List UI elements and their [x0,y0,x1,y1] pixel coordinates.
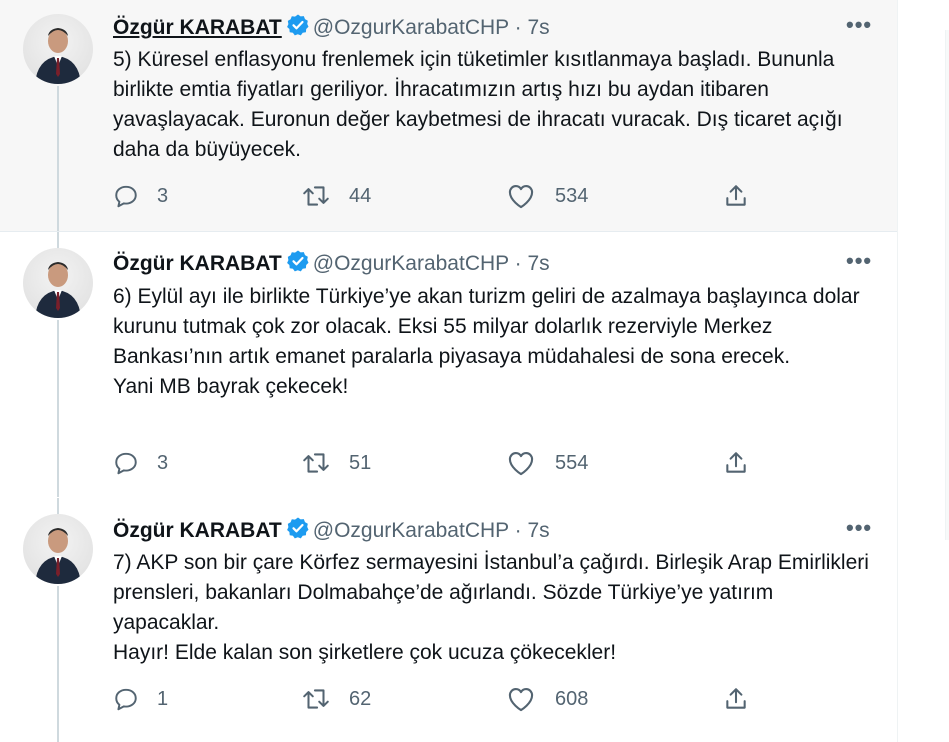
retweet-button[interactable]: 62 [301,686,371,712]
verified-badge-icon [286,516,310,547]
like-count: 534 [555,184,589,207]
share-button[interactable] [723,183,749,209]
separator-dot: · [514,16,522,39]
thread-line [57,498,59,514]
more-options-icon[interactable]: ••• [846,250,872,272]
tweet-actions: 1 62 608 [113,686,753,716]
tweet-3[interactable]: Özgür KARABAT @OzgurKarabatCHP · 7s ••• 7… [0,498,897,742]
author-name[interactable]: Özgür KARABAT [113,252,282,275]
retweet-icon [303,453,329,473]
like-count: 554 [555,451,589,474]
tweet-actions: 3 44 534 [113,183,753,213]
author-handle[interactable]: @OzgurKarabatCHP [313,252,509,275]
avatar[interactable] [23,14,93,84]
tweet-header: Özgür KARABAT @OzgurKarabatCHP · 7s [113,516,550,547]
share-button[interactable] [723,450,749,476]
thread-line [57,586,59,742]
author-name[interactable]: Özgür KARABAT [113,519,282,542]
tweet-header: Özgür KARABAT @OzgurKarabatCHP · 7s [113,249,550,280]
like-button[interactable]: 534 [507,183,588,209]
tweet-text: 6) Eylül ayı ile birlikte Türkiye’ye aka… [113,285,860,398]
verified-badge-icon [286,249,310,280]
reply-icon [115,452,137,475]
verified-badge-icon [286,13,310,44]
tweet-1[interactable]: Özgür KARABAT @OzgurKarabatCHP · 7s ••• 5… [0,0,897,231]
avatar[interactable] [23,248,93,318]
reply-button[interactable]: 1 [113,686,168,712]
tweet-actions: 3 51 554 [113,450,753,480]
reply-button[interactable]: 3 [113,450,168,476]
retweet-count: 44 [349,184,372,207]
author-name[interactable]: Özgür KARABAT [113,16,282,39]
heart-icon [508,452,534,476]
heart-icon [508,185,534,209]
reply-count: 3 [157,451,169,474]
retweet-count: 62 [349,687,372,710]
separator-dot: · [514,519,522,542]
share-button[interactable] [723,686,749,712]
thread-line [57,232,59,248]
retweet-icon [303,689,329,709]
more-options-icon[interactable]: ••• [846,517,872,539]
like-count: 608 [555,687,589,710]
retweet-count: 51 [349,451,372,474]
share-icon [726,688,746,709]
thread-line [57,320,59,497]
avatar-photo [35,28,81,84]
avatar[interactable] [23,514,93,584]
reply-button[interactable]: 3 [113,183,168,209]
like-button[interactable]: 554 [507,450,588,476]
avatar-photo [35,262,81,318]
thread-line [57,86,59,231]
reply-count: 1 [157,687,169,710]
author-handle[interactable]: @OzgurKarabatCHP [313,16,509,39]
author-handle[interactable]: @OzgurKarabatCHP [313,519,509,542]
tweet-header: Özgür KARABAT @OzgurKarabatCHP · 7s [113,13,550,44]
reply-icon [115,688,137,711]
tweet-time[interactable]: 7s [527,519,549,542]
reply-count: 3 [157,184,169,207]
separator-dot: · [514,252,522,275]
reply-icon [115,185,137,208]
avatar-photo [35,528,81,584]
right-sidebar [898,0,949,742]
like-button[interactable]: 608 [507,686,588,712]
share-icon [726,452,746,473]
tweet-time[interactable]: 7s [527,252,549,275]
tweet-text: 7) AKP son bir çare Körfez sermayesini İ… [113,551,869,664]
heart-icon [508,688,534,712]
tweet-text: 5) Küresel enflasyonu frenlemek için tük… [113,48,843,161]
share-icon [726,185,746,206]
retweet-button[interactable]: 51 [301,450,371,476]
more-options-icon[interactable]: ••• [846,14,872,36]
retweet-button[interactable]: 44 [301,183,371,209]
tweet-2[interactable]: Özgür KARABAT @OzgurKarabatCHP · 7s ••• 6… [0,232,897,497]
sidebar-card-edge [945,30,949,540]
tweet-time[interactable]: 7s [527,16,549,39]
retweet-icon [303,186,329,206]
timeline: Özgür KARABAT @OzgurKarabatCHP · 7s ••• 5… [0,0,898,742]
